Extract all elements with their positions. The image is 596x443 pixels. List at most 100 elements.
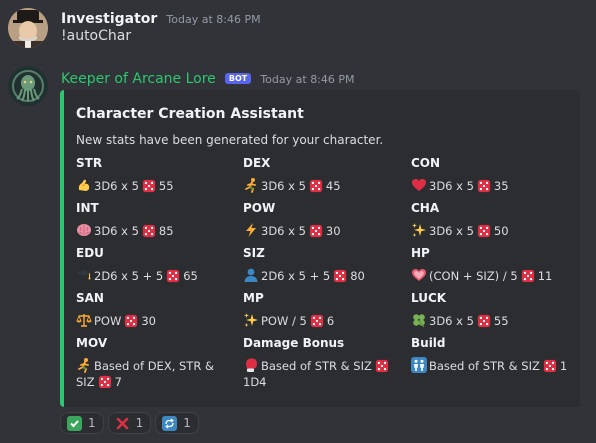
field-value: 3D6 x 5 50	[411, 222, 571, 239]
field-build: Build Based of STR & SIZ 1	[411, 336, 571, 374]
field-formula: 3D6 x 5	[429, 179, 474, 193]
check-mark-icon	[67, 415, 82, 431]
investigator-avatar-icon	[8, 8, 48, 48]
repeat-icon	[162, 415, 178, 431]
running-person-icon	[245, 178, 256, 193]
field-formula: 2D6 x 5 + 5	[94, 269, 164, 283]
field-name: INT	[76, 201, 99, 215]
field-formula: 3D6 x 5	[94, 179, 139, 193]
message-timestamp[interactable]: Today at 8:46 PM	[260, 73, 354, 86]
flexed-biceps-icon	[78, 179, 90, 191]
pink-heart-icon	[412, 269, 426, 281]
game-die-icon	[98, 375, 111, 389]
brain-icon	[77, 224, 91, 236]
field-name: SIZ	[243, 246, 265, 260]
field-value: 2D6 x 5 + 5 80	[243, 267, 403, 284]
field-result: 7	[114, 375, 122, 389]
game-die-icon	[543, 359, 556, 373]
person-silhouette-icon	[244, 268, 258, 282]
field-san: SAN POW 30	[76, 291, 236, 329]
reaction-count: 1	[88, 416, 96, 430]
field-name: MP	[243, 291, 264, 305]
field-name: Damage Bonus	[243, 336, 345, 350]
field-name: LUCK	[411, 291, 447, 305]
field-result: 65	[183, 269, 198, 283]
investigator-username[interactable]: Investigator	[61, 11, 157, 27]
game-die-icon	[142, 179, 156, 193]
field-formula: Based of STR & SIZ	[261, 359, 372, 373]
field-formula: 3D6 x 5	[261, 224, 306, 238]
field-result: 55	[493, 314, 509, 328]
boxing-glove-icon	[246, 358, 257, 372]
field-int: INT 3D6 x 5 85	[76, 201, 236, 239]
investigator-avatar[interactable]	[8, 8, 48, 48]
reactions-bar: 1 1 1	[60, 412, 203, 434]
field-value: Based of DEX, STR & SIZ 7	[76, 357, 236, 390]
game-die-icon	[125, 314, 138, 328]
field-cha: CHA 3D6 x 5 50	[411, 201, 571, 239]
field-name: CON	[411, 156, 441, 170]
message-timestamp[interactable]: Today at 8:46 PM	[166, 13, 260, 26]
field-value: 2D6 x 5 + 5 65	[76, 267, 236, 284]
field-value: 3D6 x 5 85	[76, 222, 236, 239]
people-icon	[411, 357, 427, 373]
field-result: 11	[537, 269, 553, 283]
field-name: CHA	[411, 201, 440, 215]
field-name: SAN	[76, 291, 104, 305]
field-name: POW	[243, 201, 276, 215]
field-name: STR	[76, 156, 103, 170]
field-result: 30	[141, 314, 156, 328]
game-die-icon	[142, 224, 156, 238]
field-mov: MOV Based of DEX, STR & SIZ 7	[76, 336, 236, 390]
field-value: 3D6 x 5 55	[76, 177, 236, 194]
field-result: 85	[158, 224, 174, 238]
field-value: 3D6 x 5 45	[243, 177, 403, 194]
running-person-icon	[78, 358, 89, 373]
field-result: 1	[559, 359, 568, 373]
balance-scale-icon	[76, 314, 92, 327]
field-result: 1D4	[243, 375, 267, 389]
field-value: 3D6 x 5 30	[243, 222, 403, 239]
field-con: CON 3D6 x 5 35	[411, 156, 571, 194]
field-result: 50	[493, 224, 509, 238]
bot-tag: BOT	[224, 73, 252, 84]
field-result: 6	[326, 314, 335, 328]
keeper-username[interactable]: Keeper of Arcane Lore	[61, 71, 216, 87]
field-name: HP	[411, 246, 430, 260]
field-result: 30	[325, 224, 341, 238]
reaction-cross-mark[interactable]: 1	[107, 412, 152, 434]
message-investigator: Investigator Today at 8:46 PM !autoChar	[0, 0, 596, 55]
game-die-icon	[477, 314, 491, 328]
game-die-icon	[375, 359, 388, 373]
field-formula: Based of STR & SIZ	[429, 359, 540, 373]
sparkles-icon	[412, 223, 426, 237]
lightning-icon	[246, 223, 256, 237]
field-value: POW / 5 6	[243, 312, 403, 329]
embed-title: Character Creation Assistant	[76, 106, 304, 122]
field-name: DEX	[243, 156, 271, 170]
field-pow: POW 3D6 x 5 30	[243, 201, 403, 239]
game-die-icon	[310, 314, 323, 328]
character-creation-embed: Character Creation Assistant New stats h…	[60, 90, 580, 407]
game-die-icon	[477, 179, 491, 193]
field-formula: 3D6 x 5	[94, 224, 139, 238]
field-formula: 3D6 x 5	[429, 314, 474, 328]
reaction-check-mark[interactable]: 1	[60, 412, 104, 434]
graduation-cap-icon	[77, 270, 91, 280]
reaction-count: 1	[183, 416, 191, 430]
field-luck: LUCK 3D6 x 5 55	[411, 291, 571, 329]
reaction-repeat[interactable]: 1	[155, 412, 199, 434]
sparkles-icon	[244, 313, 258, 327]
field-value: Based of STR & SIZ 1	[411, 357, 571, 374]
field-str: STR 3D6 x 5 55	[76, 156, 236, 194]
embed-description: New stats have been generated for your c…	[76, 133, 384, 147]
field-formula: POW	[94, 314, 122, 328]
game-die-icon	[477, 224, 491, 238]
field-damage-bonus: Damage Bonus Based of STR & SIZ 1D4	[243, 336, 403, 390]
keeper-avatar[interactable]	[8, 66, 48, 106]
field-name: EDU	[76, 246, 104, 260]
field-formula: 3D6 x 5	[261, 179, 306, 193]
field-value: Based of STR & SIZ 1D4	[243, 357, 403, 390]
field-formula: 2D6 x 5 + 5	[261, 269, 331, 283]
red-heart-icon	[412, 179, 426, 191]
